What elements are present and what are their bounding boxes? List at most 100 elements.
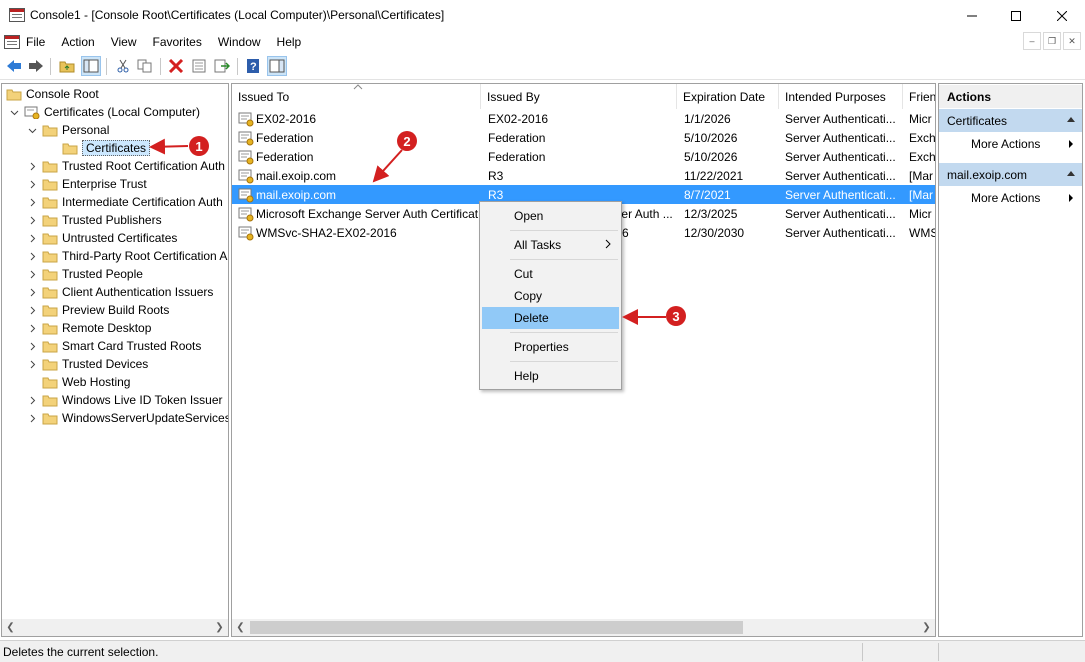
folder-open-icon	[62, 141, 78, 155]
folder-icon	[42, 177, 58, 191]
chevron-right-icon	[26, 376, 38, 388]
menu-separator	[510, 361, 618, 362]
console-tree-pane[interactable]: Console Root Certificates (Local Compute…	[1, 83, 229, 637]
tree-node-store[interactable]: Remote Desktop	[26, 319, 151, 337]
callout-badge-2: 2	[397, 131, 417, 151]
chevron-right-icon[interactable]	[26, 286, 38, 298]
chevron-right-icon[interactable]	[26, 178, 38, 190]
show-hide-tree-button[interactable]	[81, 56, 101, 76]
menu-file[interactable]: File	[26, 35, 45, 49]
tree-node-store[interactable]: Trusted Root Certification Auth	[26, 157, 225, 175]
properties-button[interactable]	[189, 56, 209, 76]
tree-node-store[interactable]: Third-Party Root Certification A	[26, 247, 227, 265]
copy-icon	[137, 59, 152, 73]
table-cell: WMS	[909, 223, 935, 242]
tree-node-certificates-local-computer[interactable]: Certificates (Local Computer)	[8, 103, 200, 121]
chevron-right-icon[interactable]	[26, 322, 38, 334]
table-cell: Exch	[909, 128, 935, 147]
tree-node-store[interactable]: Client Authentication Issuers	[26, 283, 213, 301]
chevron-right-icon[interactable]	[26, 250, 38, 262]
context-menu-cut[interactable]: Cut	[482, 263, 619, 285]
chevron-right-icon[interactable]	[26, 196, 38, 208]
context-menu-properties[interactable]: Properties	[482, 336, 619, 358]
forward-button[interactable]	[26, 56, 46, 76]
tree-node-store[interactable]: Windows Live ID Token Issuer	[26, 391, 223, 409]
scroll-right-icon[interactable]: ❯	[918, 619, 935, 636]
more-actions-certificates[interactable]: More Actions	[939, 133, 1082, 155]
chevron-right-icon[interactable]	[26, 394, 38, 406]
tree-node-console-root[interactable]: Console Root	[6, 85, 99, 103]
context-menu-open[interactable]: Open	[482, 205, 619, 227]
context-menu-all-tasks[interactable]: All Tasks	[482, 234, 619, 256]
menu-favorites[interactable]: Favorites	[153, 35, 202, 49]
tree-node-store[interactable]: Trusted Devices	[26, 355, 148, 373]
menu-window[interactable]: Window	[218, 35, 261, 49]
scroll-left-icon[interactable]: ❮	[2, 619, 19, 636]
cell-text: 5/10/2026	[684, 130, 738, 145]
column-header-intended-purposes[interactable]: Intended Purposes	[779, 84, 903, 109]
mdi-restore-button[interactable]: ❐	[1043, 32, 1061, 50]
column-header-issued-by[interactable]: Issued By	[481, 84, 677, 109]
actions-group-mail-exoip[interactable]: mail.exoip.com	[939, 163, 1082, 186]
table-row[interactable]: Federation Federation 5/10/2026 Server Auth…	[232, 128, 935, 147]
up-one-level-button[interactable]	[57, 56, 77, 76]
column-header-friendly-name[interactable]: Frien	[903, 84, 935, 109]
tree-node-store[interactable]: Intermediate Certification Auth	[26, 193, 223, 211]
tree-node-store[interactable]: Trusted People	[26, 265, 143, 283]
chevron-down-icon[interactable]	[26, 124, 38, 136]
tree-node-store[interactable]: Trusted Publishers	[26, 211, 162, 229]
table-cell: Micr	[909, 109, 935, 128]
export-list-button[interactable]	[212, 56, 232, 76]
menu-action[interactable]: Action	[61, 35, 94, 49]
copy-button[interactable]	[135, 56, 155, 76]
list-horizontal-scrollbar[interactable]: ❮ ❯	[232, 619, 935, 636]
table-row[interactable]: Federation Federation 5/10/2026 Server Auth…	[232, 147, 935, 166]
tree-node-store[interactable]: Enterprise Trust	[26, 175, 147, 193]
menu-help[interactable]: Help	[277, 35, 302, 49]
scroll-right-icon[interactable]: ❯	[211, 619, 228, 636]
tree-node-personal[interactable]: Personal	[26, 121, 109, 139]
minimize-button[interactable]	[949, 0, 995, 31]
close-button[interactable]	[1039, 0, 1085, 31]
scroll-left-icon[interactable]: ❮	[232, 619, 249, 636]
mdi-minimize-button[interactable]: –	[1023, 32, 1041, 50]
chevron-right-icon[interactable]	[26, 214, 38, 226]
back-button[interactable]	[4, 56, 24, 76]
chevron-right-icon[interactable]	[26, 232, 38, 244]
context-menu-help[interactable]: Help	[482, 365, 619, 387]
maximize-button[interactable]	[993, 0, 1039, 31]
more-actions-mail-exoip[interactable]: More Actions	[939, 187, 1082, 209]
menu-view[interactable]: View	[111, 35, 137, 49]
table-cell: 12/3/2025	[684, 204, 782, 223]
column-header-expiration-date[interactable]: Expiration Date	[677, 84, 779, 109]
mdi-close-button[interactable]: ✕	[1063, 32, 1081, 50]
tree-node-store[interactable]: WindowsServerUpdateServices	[26, 409, 228, 427]
help-button[interactable]: ?	[243, 56, 263, 76]
folder-icon	[42, 195, 58, 209]
tree-horizontal-scrollbar[interactable]: ❮ ❯	[2, 619, 228, 636]
chevron-right-icon[interactable]	[26, 268, 38, 280]
table-cell: Micr	[909, 204, 935, 223]
scrollbar-thumb[interactable]	[250, 621, 743, 634]
tree-node-store[interactable]: Smart Card Trusted Roots	[26, 337, 201, 355]
status-divider	[938, 643, 939, 661]
chevron-right-icon[interactable]	[26, 358, 38, 370]
chevron-right-icon[interactable]	[26, 304, 38, 316]
cut-button[interactable]	[113, 56, 133, 76]
delete-button[interactable]	[166, 56, 186, 76]
show-hide-action-pane-button[interactable]	[267, 56, 287, 76]
chevron-down-icon[interactable]	[8, 106, 20, 118]
console-icon[interactable]	[4, 34, 20, 50]
tree-node-store[interactable]: Untrusted Certificates	[26, 229, 177, 247]
chevron-right-icon[interactable]	[26, 160, 38, 172]
chevron-right-icon[interactable]	[26, 412, 38, 424]
table-row[interactable]: mail.exoip.com R3 11/22/2021 Server Authent…	[232, 166, 935, 185]
tree-node-personal-certificates[interactable]: Certificates	[62, 139, 151, 157]
table-row[interactable]: EX02-2016 EX02-2016 1/1/2026 Server Authent…	[232, 109, 935, 128]
actions-group-certificates[interactable]: Certificates	[939, 109, 1082, 132]
tree-node-store[interactable]: Web Hosting	[26, 373, 130, 391]
context-menu-copy[interactable]: Copy	[482, 285, 619, 307]
tree-node-store[interactable]: Preview Build Roots	[26, 301, 169, 319]
chevron-right-icon[interactable]	[26, 340, 38, 352]
context-menu-delete[interactable]: Delete	[482, 307, 619, 329]
